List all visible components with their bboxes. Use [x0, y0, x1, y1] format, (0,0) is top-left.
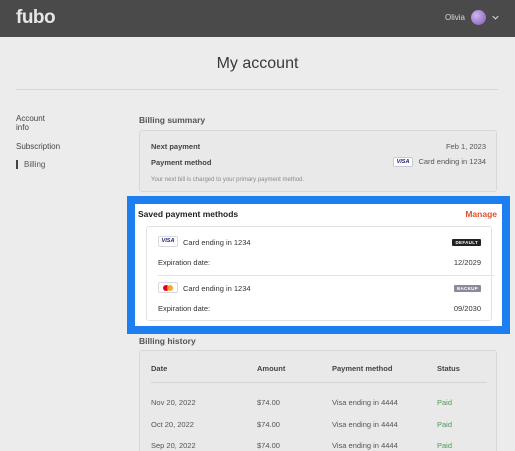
- row-payment-method: Visa ending in 4444: [332, 398, 398, 407]
- column-header-date: Date: [151, 364, 168, 373]
- visa-card-icon: VISA: [392, 157, 414, 168]
- saved-payment-methods-panel: Saved payment methods Manage VISA Card e…: [127, 196, 510, 334]
- user-menu[interactable]: Olivia: [445, 10, 499, 25]
- divider: [158, 275, 494, 276]
- row-amount: $74.00: [257, 441, 280, 450]
- sidebar-item-billing[interactable]: Billing: [16, 160, 60, 169]
- column-header-status: Status: [437, 364, 460, 373]
- expiration-value: 12/2029: [453, 258, 481, 267]
- sidebar-item-subscription[interactable]: Subscription: [16, 142, 60, 151]
- avatar[interactable]: [471, 10, 486, 25]
- billing-history-heading: Billing history: [139, 336, 196, 346]
- payment-method-label: Payment method: [151, 158, 212, 167]
- card-label: Card ending in 1234: [183, 238, 251, 247]
- row-date: Oct 20, 2022: [151, 420, 194, 429]
- billing-summary-card: Next payment Feb 1, 2023 Payment method …: [139, 130, 497, 192]
- billing-history-table: Date Amount Payment method Status Nov 20…: [139, 350, 497, 451]
- sidebar: Account info Subscription Billing: [16, 114, 60, 169]
- manage-button[interactable]: Manage: [465, 209, 497, 219]
- row-status: Paid: [437, 420, 453, 429]
- row-payment-method: Visa ending in 4444: [332, 420, 398, 429]
- backup-badge: BACKUP: [453, 285, 481, 292]
- mastercard-orange-circle: [167, 285, 173, 291]
- saved-payment-methods-heading: Saved payment methods: [138, 209, 239, 219]
- billing-summary-heading: Billing summary: [139, 115, 206, 125]
- expiration-label: Expiration date:: [158, 304, 211, 313]
- sidebar-item-account-info[interactable]: Account info: [16, 114, 56, 132]
- card-label: Card ending in 1234: [183, 284, 251, 293]
- row-date: Nov 20, 2022: [151, 398, 196, 407]
- next-payment-label: Next payment: [151, 142, 201, 151]
- user-name[interactable]: Olivia: [445, 13, 465, 22]
- row-amount: $74.00: [257, 420, 280, 429]
- row-payment-method: Visa ending in 4444: [332, 441, 398, 450]
- expiration-value: 09/2030: [453, 304, 481, 313]
- row-amount: $74.00: [257, 398, 280, 407]
- top-bar: fubo Olivia: [0, 0, 515, 37]
- expiration-label: Expiration date:: [158, 258, 211, 267]
- divider: [16, 89, 498, 90]
- visa-card-icon: VISA: [158, 236, 178, 247]
- page-title: My account: [216, 55, 299, 72]
- fubo-logo[interactable]: fubo: [16, 7, 56, 29]
- payment-method-value: VISA Card ending in 1234: [392, 157, 486, 168]
- chevron-down-icon[interactable]: [492, 14, 499, 21]
- billing-hint: Your next bill is charged to your primar…: [151, 177, 305, 183]
- payment-method-card-text: Card ending in 1234: [418, 157, 486, 166]
- payment-methods-card: VISA Card ending in 1234 DEFAULT Expirat…: [146, 226, 494, 321]
- next-payment-value: Feb 1, 2023: [445, 142, 486, 151]
- column-header-payment-method: Payment method: [332, 364, 393, 373]
- row-date: Sep 20, 2022: [151, 441, 196, 450]
- row-status: Paid: [437, 441, 453, 450]
- divider: [151, 382, 487, 383]
- default-badge: DEFAULT: [452, 239, 481, 246]
- mastercard-icon: [158, 282, 178, 293]
- column-header-amount: Amount: [257, 364, 286, 373]
- row-status: Paid: [437, 398, 453, 407]
